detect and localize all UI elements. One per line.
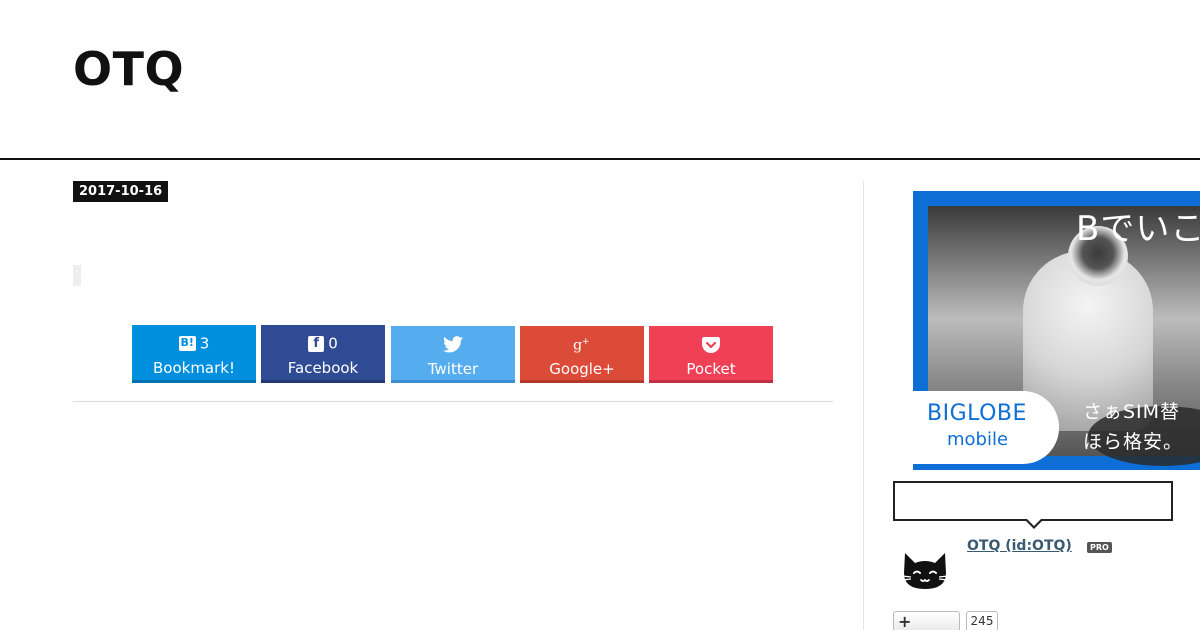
google-plus-share-button[interactable]: g + Google+ bbox=[520, 326, 644, 383]
twitter-bird-icon bbox=[443, 336, 463, 353]
ad-logo-sub: mobile bbox=[947, 429, 1009, 450]
plus-icon: + bbox=[898, 612, 912, 630]
bubble-tail-inner bbox=[1027, 519, 1041, 526]
facebook-share-count: 0 bbox=[328, 334, 338, 353]
biglobe-ad-banner[interactable]: Bでいこ BIGLOBE mobile さぁSIM替 ほら格安。 bbox=[913, 191, 1200, 470]
pocket-save-label: Pocket bbox=[686, 360, 736, 378]
facebook-share-button[interactable]: f0 Facebook bbox=[261, 325, 385, 383]
hatena-bookmark-label: Bookmark! bbox=[152, 359, 235, 377]
profile-name-link[interactable]: OTQ (id:OTQ) bbox=[967, 538, 1072, 554]
svg-text:g: g bbox=[573, 337, 582, 353]
entry-date[interactable]: 2017-10-16 bbox=[73, 181, 169, 202]
follow-button[interactable]: + bbox=[893, 611, 960, 630]
biglobe-mobile-logo: BIGLOBE mobile bbox=[913, 391, 1059, 464]
ad-headline: Bでいこ bbox=[1076, 209, 1200, 249]
pro-badge: PRO bbox=[1087, 542, 1112, 553]
profile-description-bubble bbox=[893, 481, 1173, 521]
site-header: OTQ bbox=[0, 0, 1200, 160]
svg-text:+: + bbox=[582, 337, 590, 347]
avatar-cat-icon[interactable] bbox=[899, 543, 951, 595]
hatena-bookmark-button[interactable]: B! 3 Bookmark! bbox=[132, 325, 256, 383]
ad-copy-line-2: ほら格安。 bbox=[1083, 431, 1184, 453]
pocket-icon bbox=[702, 336, 720, 353]
follower-count: 245 bbox=[966, 611, 998, 630]
google-plus-icon: g + bbox=[573, 337, 590, 353]
twitter-share-label: Twitter bbox=[427, 360, 479, 378]
entry-footer-divider bbox=[73, 401, 833, 402]
hatena-bookmark-icon: B! bbox=[178, 336, 196, 351]
entry-title-placeholder bbox=[73, 265, 81, 286]
blog-title[interactable]: OTQ bbox=[73, 42, 184, 96]
ad-logo-main: BIGLOBE bbox=[927, 401, 1027, 426]
facebook-icon: f bbox=[308, 335, 325, 352]
hatena-bookmark-count: 3 bbox=[199, 334, 210, 353]
google-plus-share-label: Google+ bbox=[549, 360, 615, 378]
sidebar-divider bbox=[863, 181, 864, 630]
facebook-share-label: Facebook bbox=[287, 359, 359, 377]
ad-copy-line-1: さぁSIM替 bbox=[1083, 401, 1181, 423]
twitter-share-button[interactable]: Twitter bbox=[391, 326, 515, 383]
pocket-save-button[interactable]: Pocket bbox=[649, 326, 773, 383]
